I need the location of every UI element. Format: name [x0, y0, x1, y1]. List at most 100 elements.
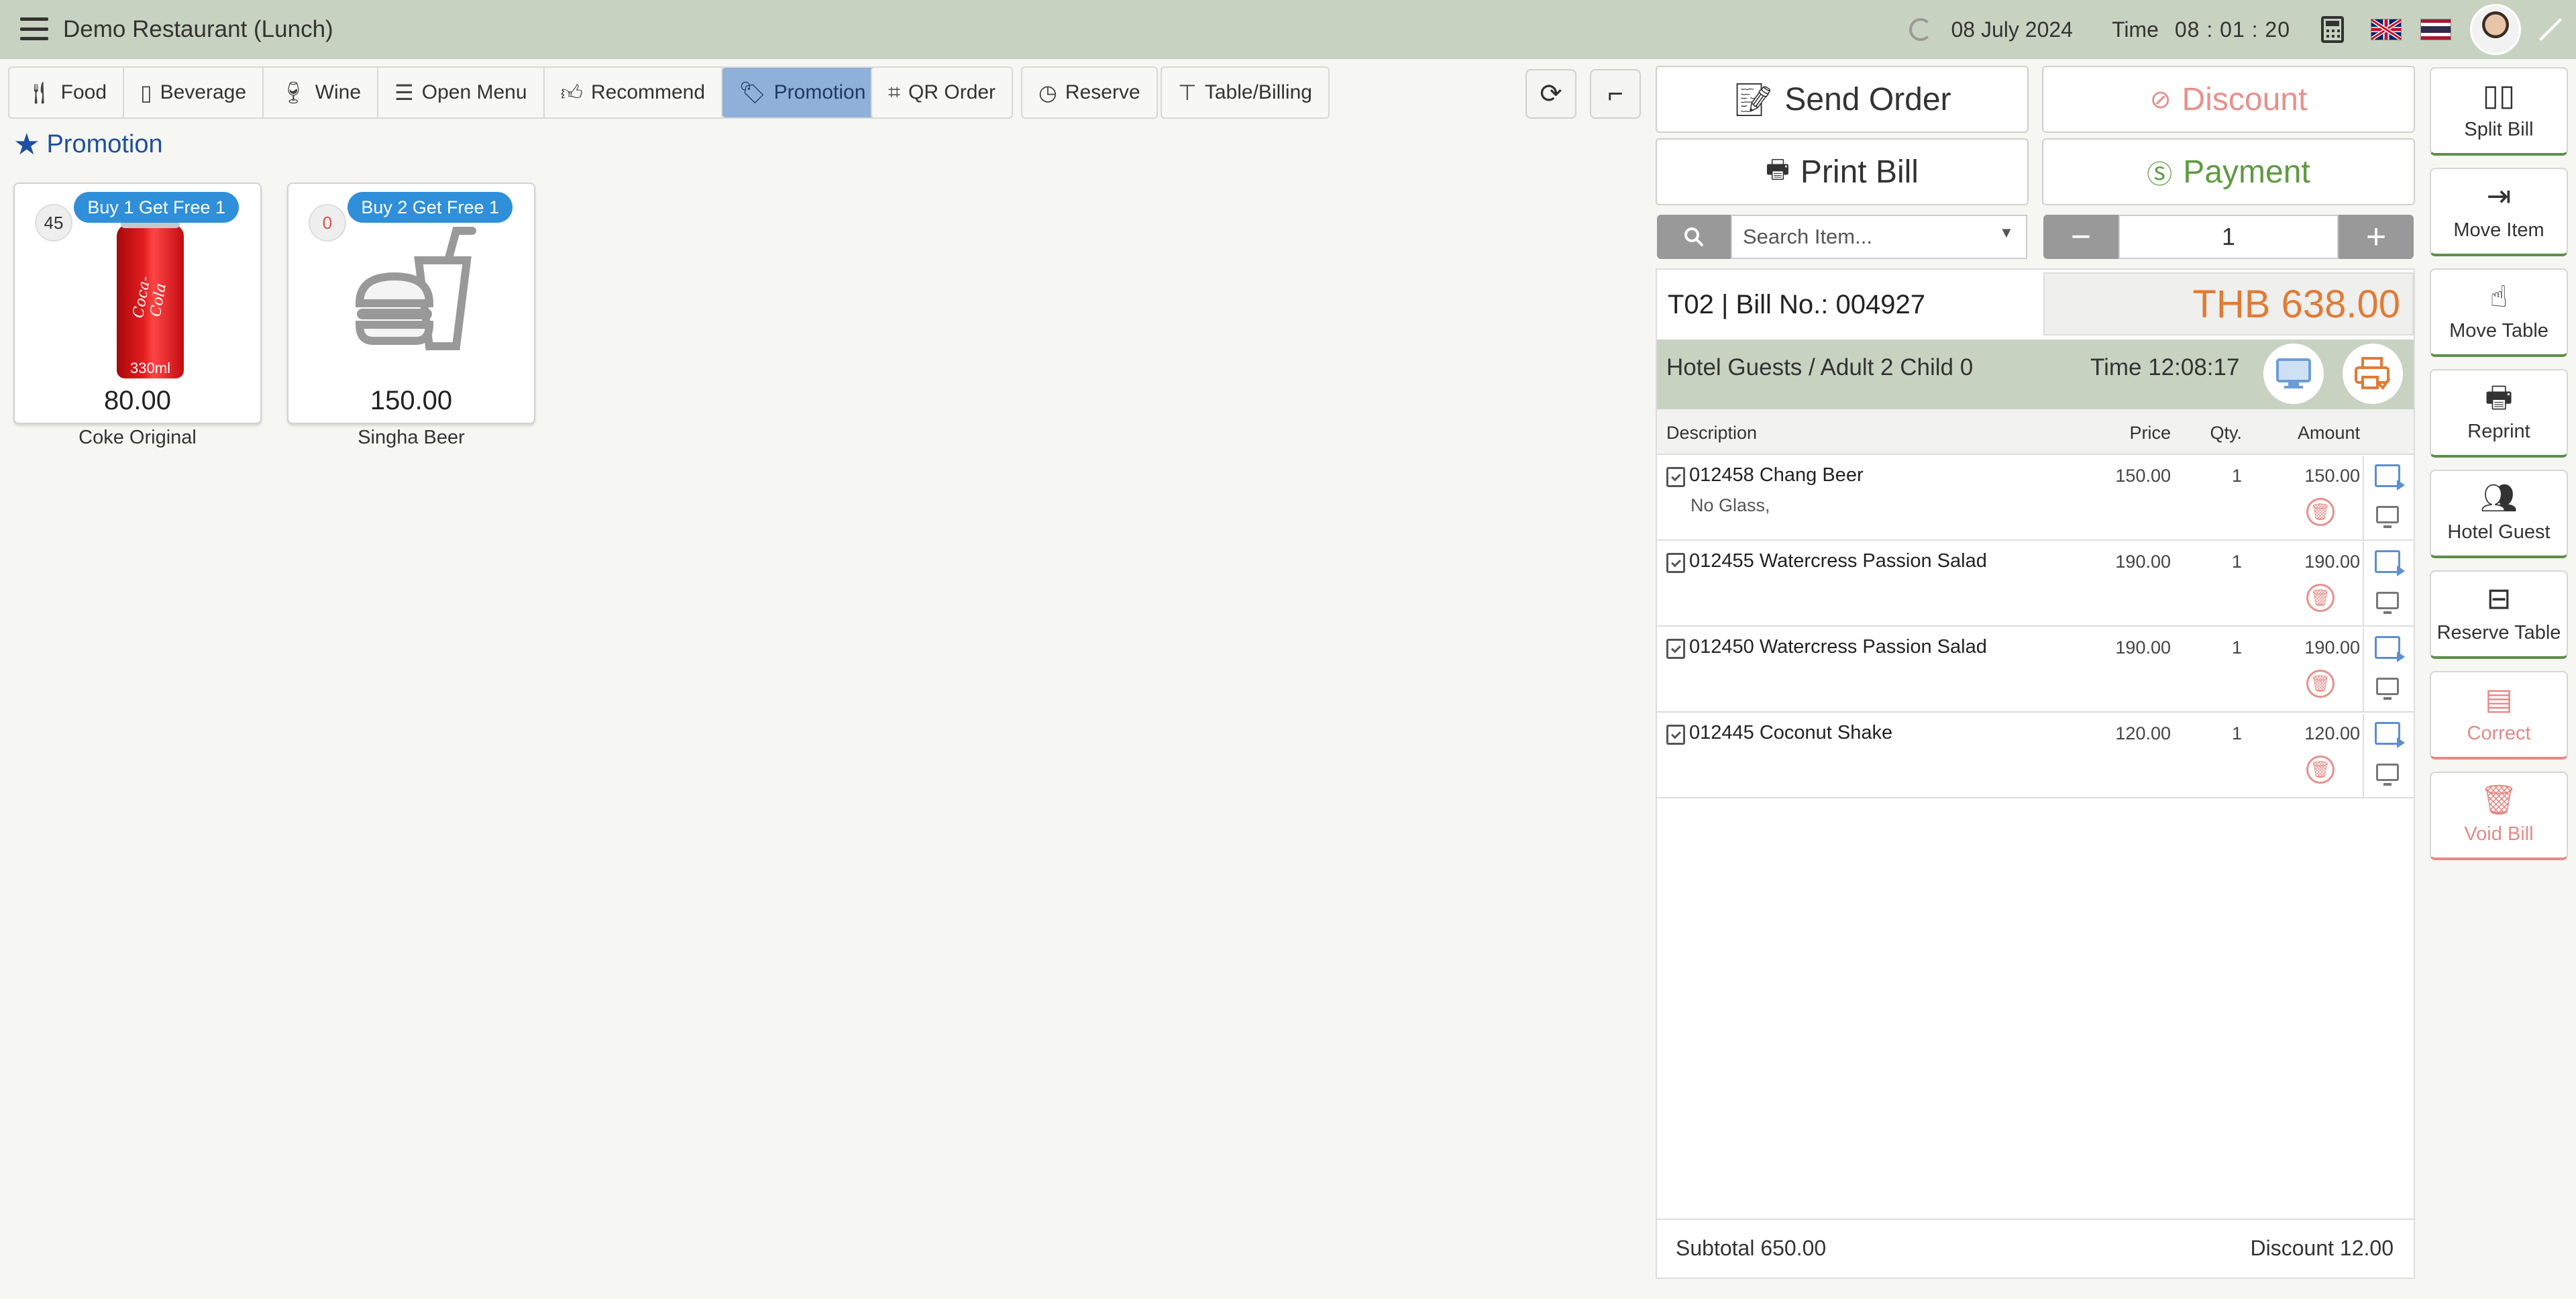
item-price: 190.00: [2115, 552, 2171, 572]
avatar[interactable]: [2470, 4, 2521, 55]
move-item-button[interactable]: ⇥ Move Item: [2430, 168, 2568, 256]
hotel-guest-button[interactable]: 👥︎ Hotel Guest: [2430, 470, 2568, 558]
table-row[interactable]: 012455 Watercress Passion Salad 190.00 1…: [1657, 542, 2414, 627]
item-description: 012458 Chang Beer: [1689, 464, 1864, 486]
send-order-icon: 📝︎: [1733, 82, 1774, 118]
correct-button[interactable]: ▤ Correct: [2430, 671, 2568, 760]
search-button[interactable]: [1657, 215, 1731, 259]
reserve-table-icon: ⊟: [2486, 582, 2512, 615]
side-action-label: Void Bill: [2464, 823, 2534, 845]
table-row[interactable]: 012450 Watercress Passion Salad 190.00 1…: [1657, 628, 2414, 713]
star-icon: ★: [13, 128, 40, 161]
app-title: Demo Restaurant (Lunch): [63, 16, 333, 42]
display-button[interactable]: [2263, 344, 2324, 404]
qty-decrease-button[interactable]: −: [2043, 215, 2118, 259]
bill-number: T02 | Bill No.: 004927: [1668, 290, 1925, 319]
scanner-button[interactable]: ⌐: [1590, 69, 1641, 119]
item-price: 120.00: [2115, 723, 2171, 743]
send-order-button[interactable]: 📝︎ Send Order: [1656, 66, 2029, 133]
monitor-icon[interactable]: [2376, 764, 2399, 786]
delete-item-icon[interactable]: 🗑︎: [2306, 584, 2334, 612]
printer-icon: 🖶︎: [1766, 155, 1790, 184]
item-amount: 150.00: [2304, 466, 2360, 486]
hand-pointer-icon: ☝︎: [2489, 280, 2508, 313]
thai-flag-icon[interactable]: [2420, 19, 2451, 40]
kitchen-print-button[interactable]: [2343, 344, 2403, 404]
time-display: 08 : 01 : 20: [2174, 17, 2290, 42]
side-action-label: Hotel Guest: [2447, 521, 2551, 543]
tab-food[interactable]: 🍴︎ Food: [9, 68, 125, 117]
item-note: No Glass,: [1690, 495, 1770, 515]
item-actions: [2363, 628, 2414, 711]
sync-icon[interactable]: [1909, 18, 1933, 41]
qty-increase-button[interactable]: +: [2339, 215, 2414, 259]
void-bill-button[interactable]: 🗑︎ Void Bill: [2430, 772, 2568, 860]
delete-item-icon[interactable]: 🗑︎: [2306, 756, 2334, 784]
edit-icon[interactable]: [1666, 725, 1685, 745]
send-kitchen-icon[interactable]: [2375, 550, 2405, 576]
tab-label: Wine: [315, 81, 362, 103]
side-action-label: Move Table: [2449, 319, 2548, 342]
edit-icon[interactable]: [1666, 639, 1685, 659]
can-size: 330ml: [130, 360, 170, 376]
side-action-label: Reprint: [2467, 420, 2530, 442]
monitor-icon[interactable]: [2376, 506, 2399, 528]
payment-button[interactable]: Ⓢ Payment: [2042, 138, 2415, 205]
monitor-icon[interactable]: [2376, 592, 2399, 614]
search-input[interactable]: Search Item...: [1731, 215, 2027, 259]
monitor-icon[interactable]: [2376, 678, 2399, 700]
table-row[interactable]: 012458 Chang Beer No Glass, 150.00 1 150…: [1657, 456, 2414, 541]
tab-recommend[interactable]: 👍︎ Recommend: [545, 68, 723, 117]
product-card-singha[interactable]: 0 Buy 2 Get Free 1 150.00: [287, 183, 535, 424]
side-action-label: Move Item: [2453, 219, 2544, 241]
tab-open-menu[interactable]: ☰ Open Menu: [378, 68, 545, 117]
send-kitchen-icon[interactable]: [2375, 464, 2405, 490]
side-action-label: Reserve Table: [2436, 621, 2561, 643]
uk-flag-icon[interactable]: [2371, 19, 2402, 40]
col-amount: Amount: [2297, 423, 2360, 443]
edit-icon[interactable]: [1666, 467, 1685, 487]
tab-wine[interactable]: 🍷︎ Wine: [264, 68, 379, 117]
discount-button[interactable]: ⊘ Discount: [2042, 66, 2415, 133]
calculator-icon[interactable]: [2321, 16, 2344, 43]
tab-reserve[interactable]: ◷ Reserve: [1021, 66, 1158, 119]
menu-icon[interactable]: [20, 17, 48, 40]
stock-count: 45: [35, 204, 72, 242]
edit-icon[interactable]: [1666, 553, 1685, 573]
qty-input[interactable]: 1: [2118, 215, 2339, 259]
date-display: 08 July 2024: [1951, 17, 2073, 42]
send-kitchen-icon[interactable]: [2375, 722, 2405, 748]
refresh-button[interactable]: ⟳: [1525, 69, 1576, 119]
promo-badge: Buy 1 Get Free 1: [74, 192, 239, 223]
delete-item-icon[interactable]: 🗑︎: [2306, 498, 2334, 526]
tab-label: Recommend: [590, 81, 706, 103]
tab-label: Promotion: [773, 81, 866, 103]
item-description: 012450 Watercress Passion Salad: [1689, 636, 1987, 658]
bill-panel: T02 | Bill No.: 004927 THB 638.00 Hotel …: [1656, 268, 2415, 1279]
cup-icon: ▯: [140, 81, 152, 105]
send-kitchen-icon[interactable]: [2375, 636, 2405, 662]
product-price: 80.00: [103, 386, 172, 415]
move-table-button[interactable]: ☝︎ Move Table: [2430, 268, 2568, 357]
split-bill-button[interactable]: ▯▯ Split Bill: [2430, 67, 2568, 156]
item-actions: [2363, 542, 2414, 625]
tab-label: Reserve: [1065, 81, 1140, 103]
product-name: Coke Original: [78, 427, 197, 448]
print-bill-button[interactable]: 🖶︎ Print Bill: [1656, 138, 2029, 205]
tab-promotion[interactable]: 🏷︎ Promotion: [722, 68, 882, 117]
chevron-down-icon[interactable]: ▼: [1999, 224, 2014, 242]
top-bar: Demo Restaurant (Lunch) 08 July 2024 Tim…: [0, 0, 2576, 59]
item-actions: [2363, 714, 2414, 797]
tab-qr-order[interactable]: ⌗ QR Order: [871, 66, 1014, 119]
table-row[interactable]: 012445 Coconut Shake 120.00 1 120.00 🗑︎: [1657, 714, 2414, 798]
tab-table-billing[interactable]: ⊤ Table/Billing: [1161, 66, 1330, 119]
tab-beverage[interactable]: ▯ Beverage: [124, 68, 264, 117]
reserve-table-button[interactable]: ⊟ Reserve Table: [2430, 570, 2568, 659]
coke-can-image: Coca-Cola 330ml: [117, 220, 184, 378]
reprint-button[interactable]: 🖶︎ Reprint: [2430, 369, 2568, 458]
people-icon: 👥︎: [2480, 481, 2518, 515]
product-card-coke[interactable]: 45 Coca-Cola 330ml Buy 1 Get Free 1 80.0…: [13, 183, 262, 424]
item-qty: 1: [2231, 637, 2242, 658]
fullscreen-icon[interactable]: [2538, 17, 2563, 42]
delete-item-icon[interactable]: 🗑︎: [2306, 670, 2334, 698]
